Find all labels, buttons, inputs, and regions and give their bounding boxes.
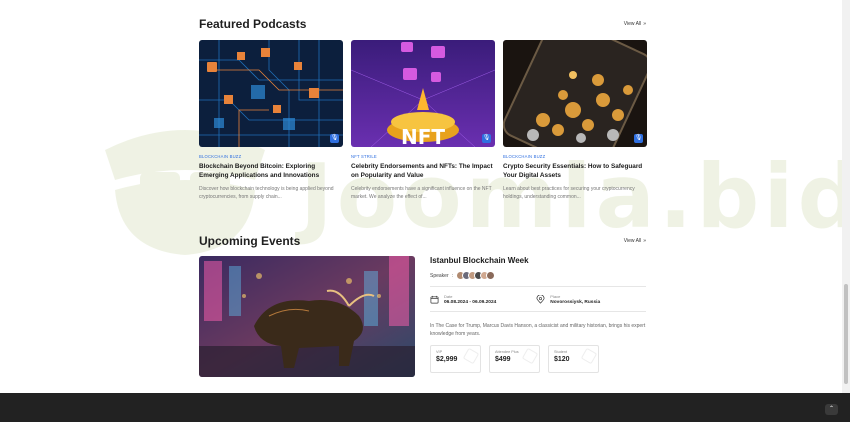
event-place: Place Novorossiysk, Russia: [536, 294, 600, 305]
speaker-row: Speaker :: [430, 271, 646, 280]
footer: [0, 393, 850, 422]
card-title[interactable]: Blockchain Beyond Bitcoin: Exploring Eme…: [199, 162, 343, 180]
event-bull-image[interactable]: [199, 256, 415, 377]
price-card-vip[interactable]: VIP $2,999: [430, 345, 481, 373]
blockchain-circuit-image[interactable]: 🎙: [199, 40, 343, 147]
scroll-to-top-button[interactable]: ⌃: [825, 404, 838, 415]
scrollbar[interactable]: [842, 0, 850, 393]
card-title[interactable]: Celebrity Endorsements and NFTs: The Imp…: [351, 162, 495, 180]
divider: [430, 286, 646, 287]
nft-image-text: NFT: [401, 125, 445, 147]
events-header: Upcoming Events View All »: [199, 234, 646, 248]
events-title: Upcoming Events: [199, 234, 301, 248]
location-pin-icon: [536, 295, 545, 304]
card-description: Learn about best practices for securing …: [503, 186, 635, 200]
event-description: In The Case for Trump, Marcus Davis Hans…: [430, 323, 646, 337]
price-card-attendee-plus[interactable]: Attendee Plus $499: [489, 345, 540, 373]
card-category[interactable]: BLOCKCHAIN BUZZ: [503, 154, 647, 159]
podcast-card[interactable]: 🎙 BLOCKCHAIN BUZZ Blockchain Beyond Bitc…: [199, 40, 343, 201]
microphone-icon[interactable]: 🎙: [482, 134, 491, 143]
event-date: Date 06.08.2024 - 06.09.2024: [430, 294, 496, 305]
chevron-up-icon: ⌃: [828, 406, 835, 412]
card-category[interactable]: BLOCKCHAIN BUZZ: [199, 154, 343, 159]
podcast-card[interactable]: 🎙 BLOCKCHAIN BUZZ Crypto Security Essent…: [503, 40, 647, 201]
scrollbar-thumb[interactable]: [844, 284, 848, 384]
featured-view-all-link[interactable]: View All »: [624, 21, 646, 27]
nft-platform-image[interactable]: NFT 🎙: [351, 40, 495, 147]
podcast-card[interactable]: NFT 🎙 NFT STRILE Celebrity Endorsements …: [351, 40, 495, 201]
divider: [430, 311, 646, 312]
crypto-coins-phone-image[interactable]: 🎙: [503, 40, 647, 147]
featured-title: Featured Podcasts: [199, 17, 307, 31]
place-label: Place: [550, 294, 561, 299]
speaker-label: Speaker: [430, 272, 449, 279]
event-title[interactable]: Istanbul Blockchain Week: [430, 256, 646, 265]
place-value: Novorossiysk, Russia: [550, 300, 601, 305]
calendar-icon: [430, 295, 439, 304]
card-category[interactable]: NFT STRILE: [351, 154, 495, 159]
page: Joomla.bid Featured Podcasts View All »: [0, 0, 850, 422]
microphone-icon[interactable]: 🎙: [330, 134, 339, 143]
card-title[interactable]: Crypto Security Essentials: How to Safeg…: [503, 162, 647, 180]
price-card-student[interactable]: Student $120: [548, 345, 599, 373]
event-info: Istanbul Blockchain Week Speaker : Date …: [430, 256, 646, 373]
event-meta: Date 06.08.2024 - 06.09.2024 Place Novor…: [430, 294, 646, 305]
view-all-label: View All: [623, 21, 642, 27]
card-description: Discover how blockchain technology is be…: [199, 186, 334, 200]
featured-header: Featured Podcasts View All »: [199, 17, 646, 31]
chevron-right-icon: »: [643, 21, 646, 27]
card-description: Celebrity endorsements have a significan…: [351, 186, 492, 200]
events-view-all-link[interactable]: View All »: [624, 238, 646, 244]
date-value: 06.08.2024 - 06.09.2024: [444, 300, 497, 305]
microphone-icon[interactable]: 🎙: [634, 134, 643, 143]
chevron-right-icon: »: [643, 238, 646, 244]
date-label: Date: [444, 294, 453, 299]
podcast-cards: 🎙 BLOCKCHAIN BUZZ Blockchain Beyond Bitc…: [199, 40, 647, 201]
ticket-prices: VIP $2,999 Attendee Plus $499 Student $1…: [430, 345, 646, 373]
avatar[interactable]: [486, 271, 496, 280]
view-all-label: View All: [623, 238, 642, 244]
speaker-avatars: [456, 271, 496, 280]
